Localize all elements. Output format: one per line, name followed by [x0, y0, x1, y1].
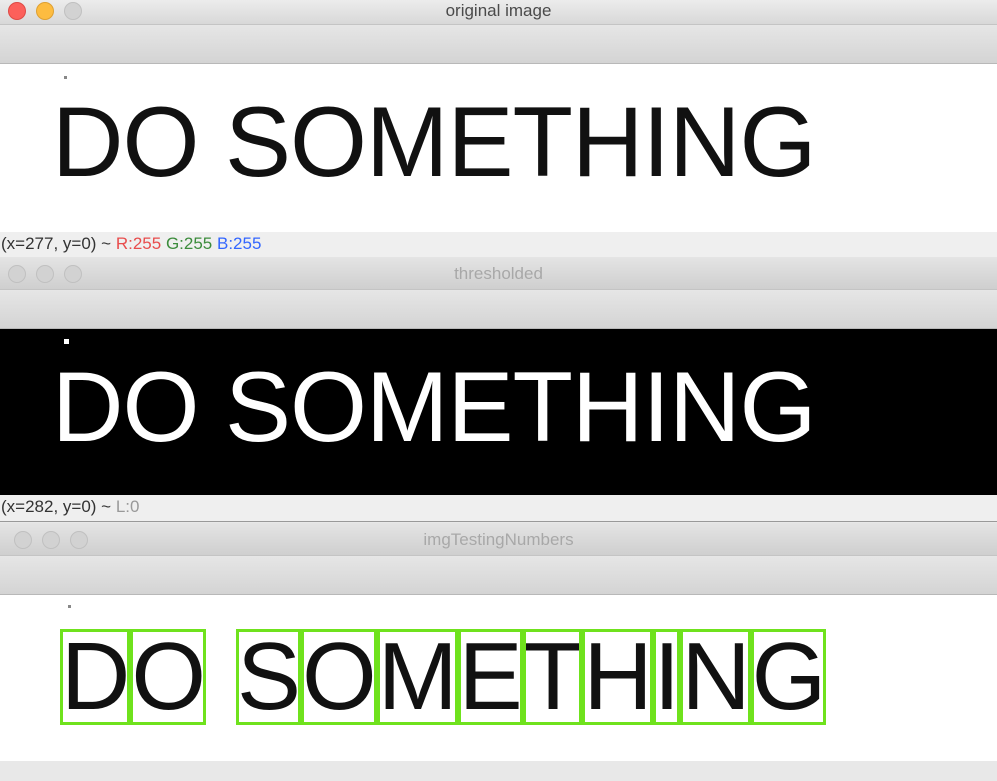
character-bounding-box: M	[376, 623, 458, 730]
character-bounding-box: T	[522, 623, 583, 730]
character-bounding-box: H	[582, 623, 653, 730]
red-value: R:255	[115, 234, 162, 253]
title-bar[interactable]: thresholded	[0, 257, 997, 290]
character-bounding-box: D	[60, 623, 130, 730]
character-bounding-box: O	[130, 623, 206, 730]
window-original-image: original image DO SOMETHING (x=277, y=0)…	[0, 0, 997, 259]
cursor-coords: (x=282, y=0) ~	[1, 497, 112, 516]
image-canvas[interactable]: DO SOMETHING	[0, 595, 997, 761]
title-bar[interactable]: original image	[0, 0, 997, 25]
cursor-coords: (x=277, y=0) ~	[1, 234, 112, 253]
character-bounding-box: S	[236, 623, 301, 730]
toolbar	[0, 556, 997, 595]
luminance-value: L:0	[115, 497, 140, 516]
character-bounding-box: I	[652, 623, 681, 730]
green-value: G:255	[165, 234, 213, 253]
window-title: original image	[445, 1, 552, 20]
window-thresholded: thresholded DO SOMETHING (x=282, y=0) ~ …	[0, 257, 997, 522]
image-text: DO SOMETHING	[52, 351, 817, 462]
window-title: imgTestingNumbers	[423, 530, 574, 549]
character-bounding-box: E	[457, 623, 523, 730]
toolbar	[0, 25, 997, 64]
status-bar: (x=282, y=0) ~ L:0	[0, 495, 997, 522]
window-title: thresholded	[454, 264, 543, 283]
toolbar	[0, 290, 997, 329]
character-bounding-box: O	[301, 623, 377, 730]
window-img-testing-numbers: imgTestingNumbers DO SOMETHING	[0, 523, 997, 761]
image-text: DO SOMETHING	[52, 86, 817, 197]
image-canvas[interactable]: DO SOMETHING	[0, 64, 997, 232]
title-bar[interactable]: imgTestingNumbers	[0, 523, 997, 556]
character-bounding-box: N	[680, 623, 751, 730]
blue-value: B:255	[216, 234, 262, 253]
status-bar: (x=277, y=0) ~ R:255 G:255 B:255	[0, 232, 997, 259]
image-canvas[interactable]: DO SOMETHING	[0, 329, 997, 495]
boxed-image-text: DO SOMETHING	[60, 623, 827, 730]
character-bounding-box: G	[750, 623, 827, 730]
